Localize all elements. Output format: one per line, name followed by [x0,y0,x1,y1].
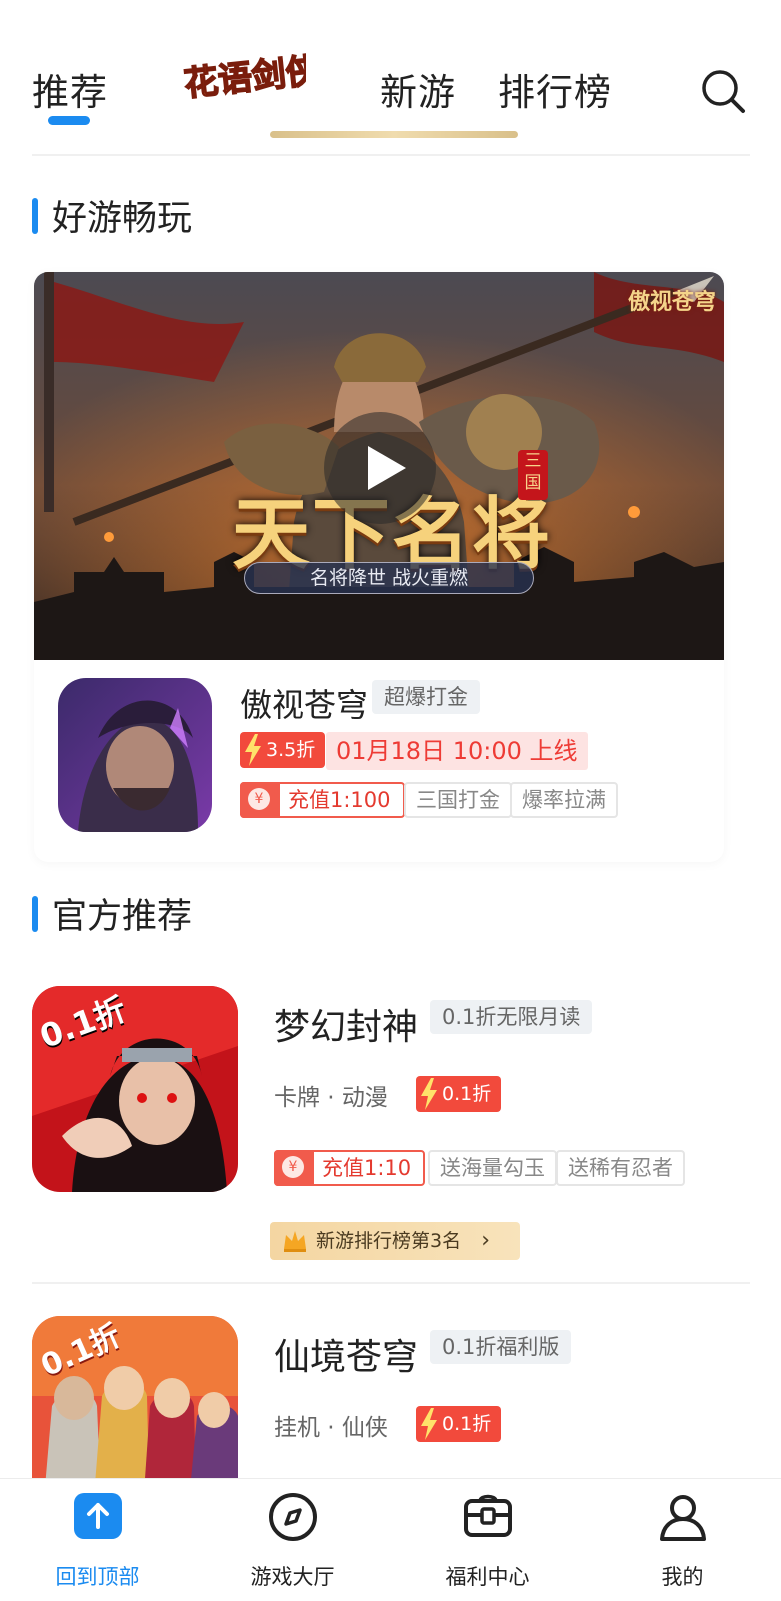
nav-game-hall[interactable]: 游戏大厅 [195,1479,390,1601]
top-tab-bar: 推荐 花语剑侠 新游 排行榜 [0,0,781,160]
game-label: 0.1折福利版 [430,1330,572,1364]
game-name[interactable]: 梦幻封神 [274,998,418,1050]
lightning-icon [245,734,261,766]
nav-welfare-center[interactable]: 福利中心 [390,1479,585,1601]
play-video-button[interactable] [324,412,436,524]
section-title-text: 好游畅玩 [52,199,193,239]
ranking-badge[interactable]: 新游排行榜第3名 › [270,1222,520,1260]
logo-text: 花语剑侠 [182,50,306,104]
nav-label: 游戏大厅 [250,1565,335,1589]
feature-tag: 爆率拉满 [510,782,618,818]
section-title-official: 官方推荐 [32,888,192,939]
game-label: 0.1折无限月读 [430,1000,593,1034]
section-title-text: 官方推荐 [52,897,193,937]
user-icon [660,1495,706,1541]
bottom-navigation: 回到顶部 游戏大厅 福利中心 我的 [0,1478,781,1600]
section-accent-bar [32,197,38,234]
header-divider [32,154,750,156]
search-icon[interactable] [700,68,746,114]
game-name[interactable]: 仙境苍穹 [274,1328,418,1380]
tab-recommend[interactable]: 推荐 [32,62,108,116]
lightning-icon [421,1408,437,1440]
section-accent-bar [32,895,38,932]
gift-box-icon [464,1494,512,1537]
arrow-up-icon [74,1493,122,1539]
coin-icon [240,782,280,818]
compass-icon [269,1493,317,1541]
discount-badge: 3.5折 [240,732,326,768]
list-divider [32,1282,750,1284]
feature-tag: 送稀有忍者 [556,1150,685,1186]
nav-label: 福利中心 [445,1565,530,1589]
game-genre: 卡牌 · 动漫 [274,1085,388,1111]
launch-time: 01月18日 10:00 上线 [326,732,588,770]
feature-tag: 送海量勾玉 [428,1150,557,1186]
tab-new-games[interactable]: 新游 [380,62,456,116]
discount-badge: 0.1折 [416,1406,502,1442]
game-logo-tab[interactable]: 花语剑侠 [178,48,324,108]
active-tab-indicator [48,116,90,125]
featured-game-label: 超爆打金 [372,680,480,714]
coin-icon [274,1150,314,1186]
tab-ranking[interactable]: 排行榜 [498,62,612,116]
chevron-right-icon: › [481,1228,490,1253]
lightning-icon [421,1078,437,1110]
nav-label: 回到顶部 [55,1565,140,1589]
logo-tab-indicator [270,131,518,138]
game-icon-mengHuan[interactable]: 0.1折 [32,986,238,1192]
featured-game-icon[interactable] [58,678,212,832]
nav-label: 我的 [661,1565,704,1589]
feature-tag: 三国打金 [404,782,512,818]
banner-badge: 三国 [518,450,548,500]
game-genre: 挂机 · 仙侠 [274,1415,388,1441]
discount-badge: 0.1折 [416,1076,502,1112]
banner-brand-logo: 傲视苍穹 [627,289,716,315]
banner-slogan: 名将降世 战火重燃 [244,562,534,594]
section-title-featured: 好游畅玩 [32,190,192,241]
nav-profile[interactable]: 我的 [585,1479,780,1601]
crown-icon [284,1231,306,1252]
featured-video-banner[interactable]: 傲视苍穹 天下名将 三国 名将降世 战火重燃 [34,272,724,660]
logo-artwork: 花语剑侠 [182,50,324,106]
recharge-ratio-tag: 充值1:10 [274,1150,426,1186]
nav-back-to-top[interactable]: 回到顶部 [0,1479,195,1601]
featured-game-card[interactable]: 傲视苍穹 天下名将 三国 名将降世 战火重燃 傲视苍穹 超爆打金 3.5折 01… [34,272,724,862]
recharge-ratio-tag: 充值1:100 [240,782,405,818]
featured-game-name[interactable]: 傲视苍穹 [240,680,368,726]
